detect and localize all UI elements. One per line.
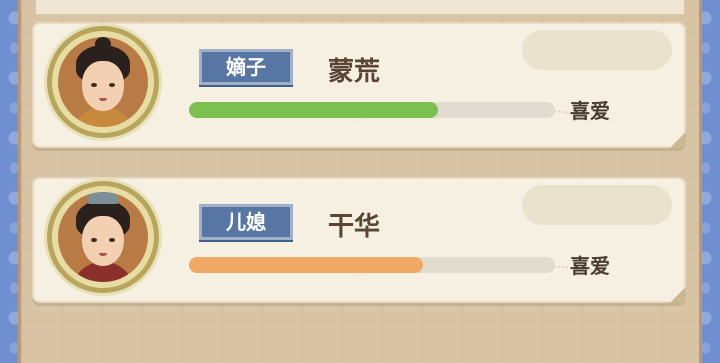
role-tag: 儿媳 [199,204,293,240]
relation-label: 喜爱 [570,99,610,123]
cloud-decoration [522,185,672,225]
member-name: 干华 [328,212,381,242]
eye [91,83,97,87]
headpiece [88,192,118,204]
face [82,216,124,266]
page-curl [670,132,686,148]
avatar [58,192,148,282]
mouth [99,253,107,256]
affection-bar-fill [189,257,424,273]
eye [109,83,115,87]
avatar [58,37,148,127]
eye [91,238,97,242]
cloud-decoration [522,30,672,70]
face [82,61,124,111]
relation-label: 喜爱 [570,254,610,278]
affection-bar [189,102,555,118]
page-curl [670,287,686,303]
family-member-card[interactable]: 儿媳 干华 喜爱 [32,177,686,303]
avatar-frame [52,186,154,288]
avatar-frame [52,31,154,133]
member-name: 蒙荒 [328,57,381,87]
family-member-card[interactable]: 嫡子 蒙荒 喜爱 [32,22,686,148]
eye [109,238,115,242]
card-top-edge [36,0,684,16]
hair-bun [95,37,111,51]
role-tag: 嫡子 [199,49,293,85]
affection-bar [189,257,555,273]
affection-bar-fill [189,102,438,118]
mouth [99,98,107,101]
